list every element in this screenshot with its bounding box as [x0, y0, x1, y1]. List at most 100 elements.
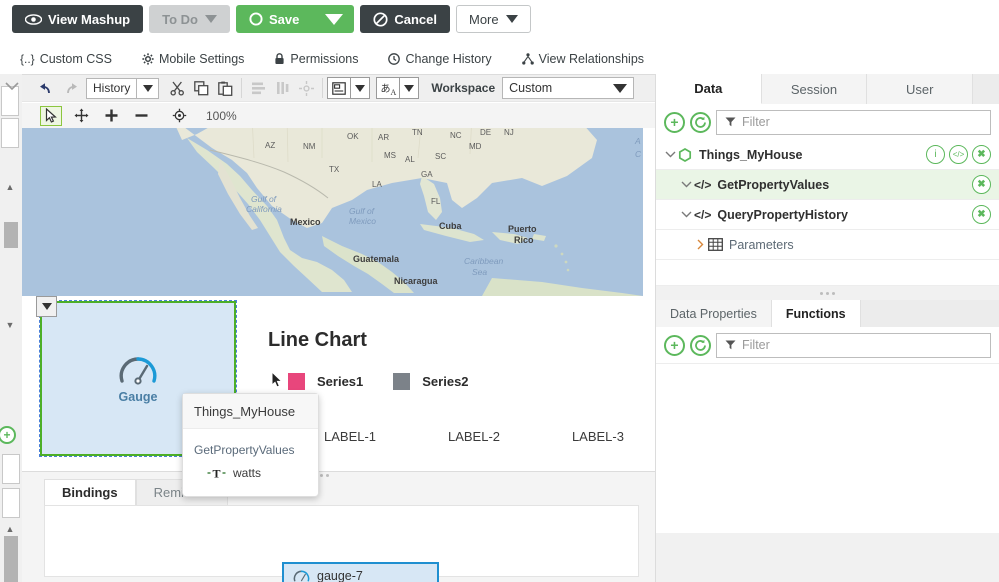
map-label: C — [635, 149, 641, 159]
gauge-widget-label: Gauge — [119, 390, 158, 404]
zoom-out-minus-icon[interactable] — [130, 106, 152, 126]
legend-label: Series2 — [422, 374, 468, 389]
history-dropdown[interactable]: History — [86, 78, 159, 99]
save-dropdown-button[interactable] — [314, 5, 354, 33]
workspace-dropdown[interactable]: Custom — [502, 77, 634, 99]
view-mashup-button[interactable]: View Mashup — [12, 5, 143, 33]
scroll-up-arrow-icon[interactable]: ▲ — [4, 524, 16, 534]
handle-dot — [326, 474, 329, 477]
close-icon[interactable]: ✖ — [972, 175, 991, 194]
lower-tabs-filler — [861, 300, 999, 327]
tree-row-things-myhouse[interactable]: Things_MyHouse i </> ✖ — [656, 140, 999, 170]
map-label: Guatemala — [353, 254, 399, 264]
align-horizontal-icon[interactable] — [246, 77, 270, 99]
tab-user[interactable]: User — [867, 74, 973, 104]
paste-icon[interactable] — [213, 77, 237, 99]
scroll-up-arrow-icon[interactable]: ▲ — [4, 182, 16, 192]
scrollbar-thumb[interactable] — [4, 222, 18, 248]
code-icon[interactable]: </> — [949, 145, 968, 164]
legend-item-series2[interactable]: Series2 — [393, 373, 468, 390]
legend-item-series1[interactable]: Series1 — [288, 373, 363, 390]
mashup-canvas[interactable]: AZNMOKARTNNCDENJMDMSALSCGATXLAFLACGulf o… — [22, 128, 655, 471]
menu-item-custom-css[interactable]: {..} Custom CSS — [20, 52, 112, 66]
clock-icon — [388, 53, 400, 65]
layout-icon[interactable] — [327, 77, 351, 99]
zoom-in-plus-icon[interactable] — [100, 106, 122, 126]
copy-icon[interactable] — [189, 77, 213, 99]
cursor-icon[interactable] — [40, 106, 62, 126]
refresh-data-button[interactable] — [690, 112, 711, 133]
menu-item-mobile-settings[interactable]: Mobile Settings — [142, 52, 244, 66]
gauge-icon — [293, 569, 310, 582]
more-button[interactable]: More — [456, 5, 531, 33]
data-filter-placeholder: Filter — [742, 115, 770, 129]
left-rail-item-3[interactable] — [2, 454, 20, 484]
left-rail-scrollbar-2[interactable]: ▲ — [4, 524, 18, 582]
binding-source-popup[interactable]: Things_MyHouse GetPropertyValues T watts — [182, 393, 319, 497]
data-filter-input[interactable]: Filter — [716, 110, 991, 135]
map-widget[interactable]: AZNMOKARTNNCDENJMDMSALSCGATXLAFLACGulf o… — [22, 128, 643, 296]
cut-icon[interactable] — [165, 77, 189, 99]
redo-icon[interactable] — [58, 77, 82, 99]
tree-row-querypropertyhistory[interactable]: </> QueryPropertyHistory ✖ — [656, 200, 999, 230]
add-function-button[interactable]: + — [664, 335, 685, 356]
eye-icon — [25, 14, 42, 25]
tab-functions[interactable]: Functions — [772, 300, 861, 327]
left-panel-collapse-chevron-icon[interactable] — [3, 78, 21, 94]
binding-chip-gauge[interactable]: gauge-7 — [282, 562, 439, 582]
legend-label: Series1 — [317, 374, 363, 389]
scrollbar-thumb[interactable] — [4, 536, 18, 582]
chevron-right-icon[interactable] — [692, 239, 708, 250]
tab-data[interactable]: Data — [656, 74, 762, 104]
tab-data-properties[interactable]: Data Properties — [656, 300, 772, 327]
right-panel-splitter[interactable] — [656, 286, 999, 300]
left-rail-add-button[interactable]: + — [0, 424, 18, 446]
map-label: Mexico — [349, 216, 376, 226]
history-label: History — [87, 81, 136, 95]
functions-filter-input[interactable]: Filter — [716, 333, 991, 358]
close-icon[interactable]: ✖ — [972, 205, 991, 224]
popup-property-item[interactable]: T watts — [183, 457, 318, 480]
cancel-button[interactable]: Cancel — [360, 5, 450, 33]
chevron-down-icon[interactable] — [678, 211, 694, 218]
map-label: LA — [372, 180, 382, 189]
save-label: Save — [269, 12, 299, 27]
chevron-down-icon[interactable] — [662, 151, 678, 158]
left-rail-item-4[interactable] — [2, 488, 20, 518]
map-label: AL — [405, 155, 415, 164]
scroll-down-arrow-icon[interactable]: ▼ — [4, 320, 16, 330]
zoom-reset-target-icon[interactable] — [168, 106, 190, 126]
todo-button[interactable]: To Do — [149, 5, 230, 33]
menu-item-view-relationships[interactable]: View Relationships — [522, 52, 644, 66]
menu-item-change-history[interactable]: Change History — [388, 52, 491, 66]
language-icon[interactable]: あA — [376, 77, 400, 99]
map-label: AR — [378, 133, 389, 142]
refresh-functions-button[interactable] — [690, 335, 711, 356]
language-dropdown-button[interactable] — [400, 77, 419, 99]
save-button[interactable]: Save — [236, 5, 314, 33]
left-rail-scrollbar-1[interactable]: ▲ ▼ — [4, 182, 18, 332]
code-icon: </> — [694, 178, 711, 192]
chevron-down-icon[interactable] — [678, 181, 694, 188]
tree-row-parameters[interactable]: Parameters — [656, 230, 999, 260]
bindings-content: gauge-7 — [44, 505, 639, 577]
add-data-button[interactable]: + — [664, 112, 685, 133]
left-rail-item-2[interactable] — [1, 118, 19, 148]
cancel-label: Cancel — [394, 12, 437, 27]
menu-item-permissions[interactable]: Permissions — [274, 52, 358, 66]
map-label: Cuba — [439, 221, 462, 231]
right-panel: Data Session User + Filter — [655, 74, 999, 582]
tree-row-getpropertyvalues[interactable]: </> GetPropertyValues ✖ — [656, 170, 999, 200]
gauge-widget-menu-button[interactable] — [36, 296, 57, 317]
close-icon[interactable]: ✖ — [972, 145, 991, 164]
tab-bindings[interactable]: Bindings — [44, 479, 136, 505]
tab-session[interactable]: Session — [762, 74, 868, 104]
canvas-zoom-toolbar: 100% — [0, 103, 655, 128]
popup-property-label: watts — [233, 466, 261, 480]
undo-icon[interactable] — [34, 77, 58, 99]
info-icon[interactable]: i — [926, 145, 945, 164]
layout-dropdown-button[interactable] — [351, 77, 370, 99]
pan-icon[interactable] — [70, 106, 92, 126]
center-icon[interactable] — [294, 77, 318, 99]
align-vertical-icon[interactable] — [270, 77, 294, 99]
